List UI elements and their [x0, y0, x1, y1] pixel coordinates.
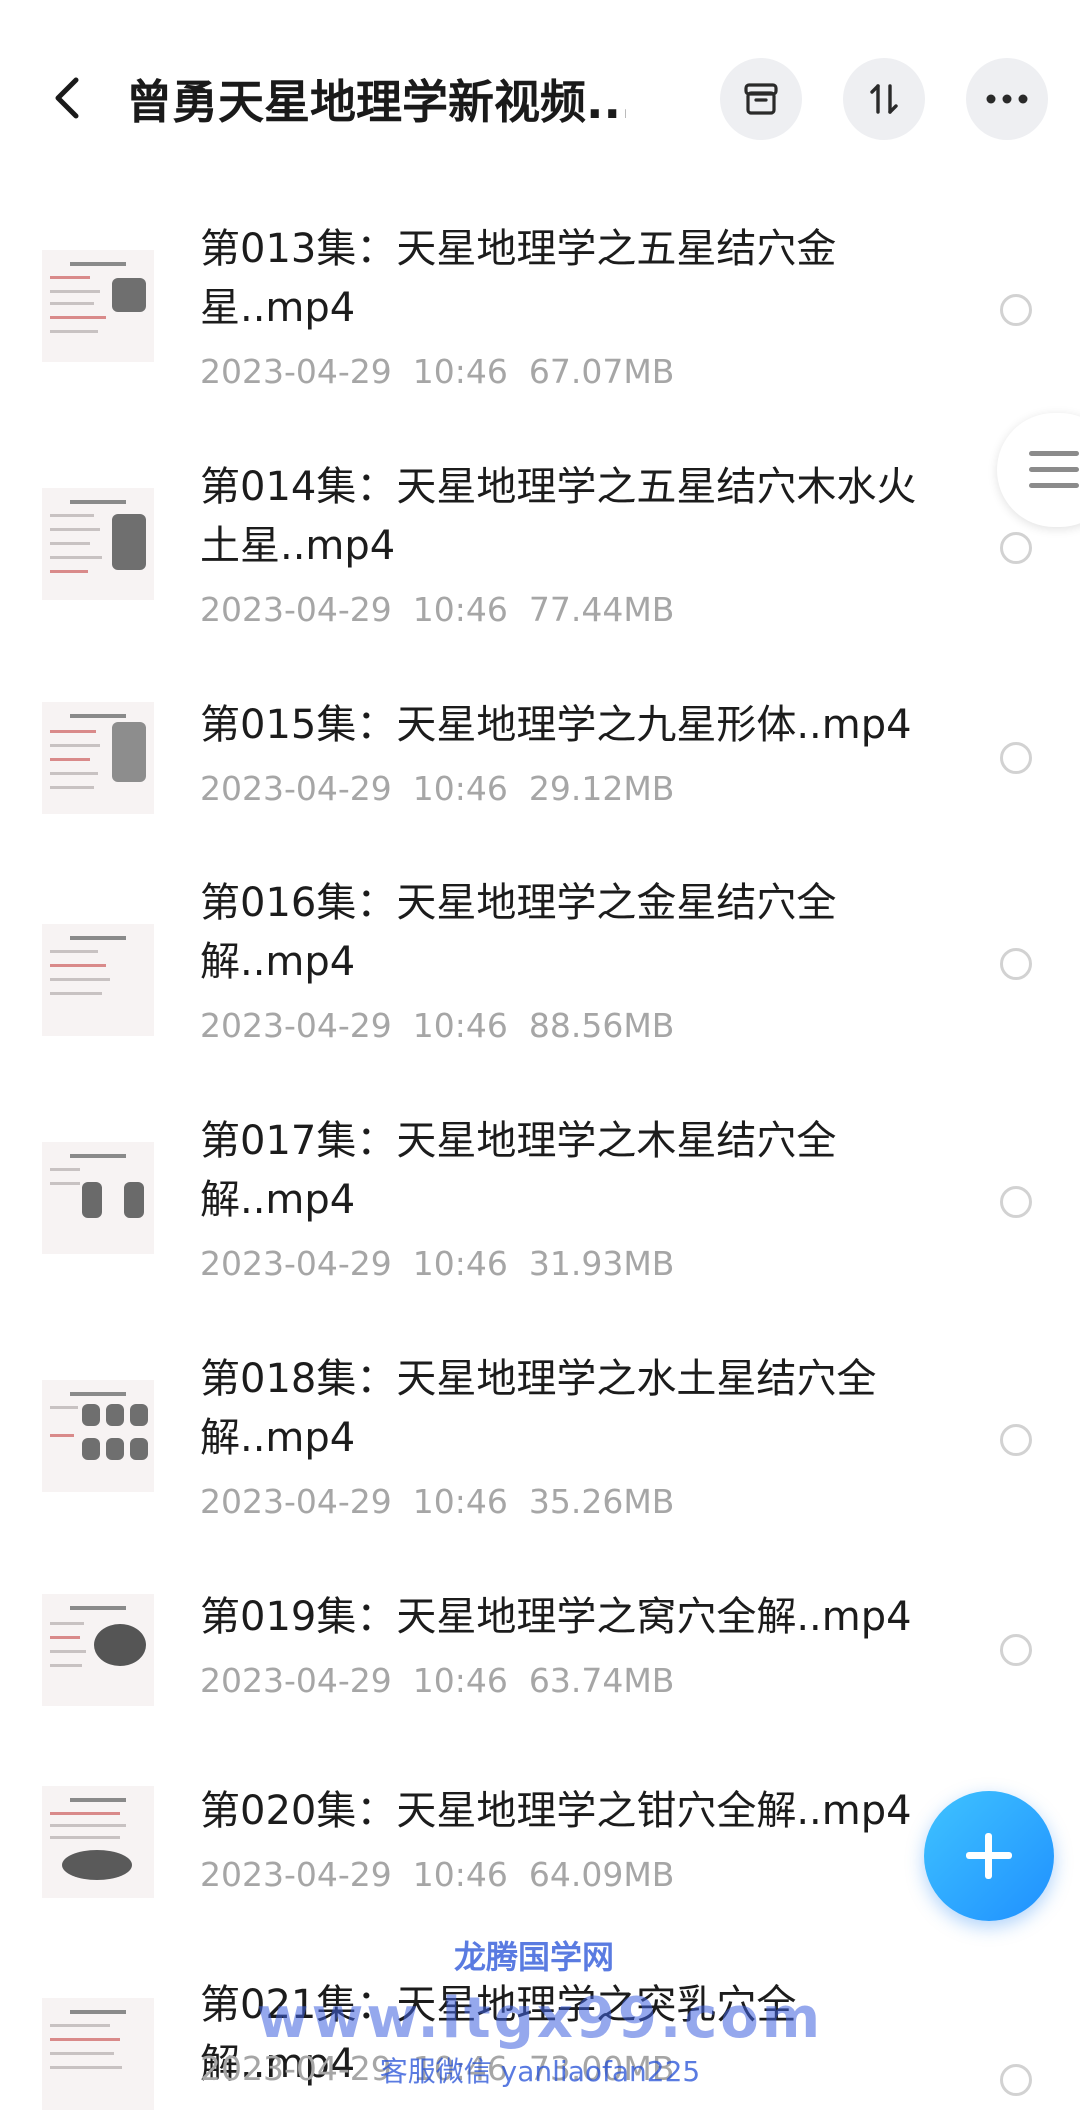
- file-meta: 2023-04-29 10:46 63.74MB: [200, 1661, 675, 1700]
- watermark-site-name: 龙腾国学网: [453, 1938, 614, 1976]
- video-thumbnail: [42, 1380, 154, 1492]
- add-button[interactable]: [924, 1791, 1054, 1921]
- archive-button[interactable]: [720, 58, 802, 140]
- file-name: 第015集：天星地理学之九星形体..mp4: [200, 702, 912, 748]
- select-radio[interactable]: [1000, 294, 1032, 326]
- video-thumbnail: [42, 702, 154, 814]
- file-meta: 2023-04-29 10:46 31.93MB: [200, 1244, 675, 1283]
- video-thumbnail: [42, 1594, 154, 1706]
- select-radio[interactable]: [1000, 742, 1032, 774]
- file-name: 第019集：天星地理学之窝穴全解..mp4: [200, 1594, 912, 1640]
- file-name: 第014集：天星地理学之五星结穴木水火土星..mp4: [200, 464, 917, 569]
- back-button[interactable]: [44, 66, 88, 130]
- video-thumbnail: [42, 924, 154, 1036]
- select-radio[interactable]: [1000, 1186, 1032, 1218]
- video-thumbnail: [42, 1142, 154, 1254]
- file-name: 第020集：天星地理学之钳穴全解..mp4: [200, 1788, 912, 1834]
- select-radio[interactable]: [1000, 532, 1032, 564]
- more-options-button[interactable]: [966, 58, 1048, 140]
- video-thumbnail: [42, 488, 154, 600]
- select-radio[interactable]: [1000, 948, 1032, 980]
- watermark-contact: 客服微信 yanliaofan225: [379, 2055, 701, 2088]
- file-meta: 2023-04-29 10:46 77.44MB: [200, 590, 675, 629]
- video-thumbnail: [42, 250, 154, 362]
- chevron-left-icon: [55, 77, 79, 119]
- sort-button[interactable]: [843, 58, 925, 140]
- folder-title: 曾勇天星地理学新视频...: [126, 75, 626, 129]
- file-name: 第013集：天星地理学之五星结穴金星..mp4: [200, 226, 837, 331]
- file-meta: 2023-04-29 10:46 35.26MB: [200, 1482, 675, 1521]
- file-name: 第017集：天星地理学之木星结穴全解..mp4: [200, 1118, 837, 1223]
- file-meta: 2023-04-29 10:46 29.12MB: [200, 769, 675, 808]
- more-horizontal-icon: [986, 94, 1028, 104]
- video-thumbnail: [42, 1786, 154, 1898]
- select-radio[interactable]: [1000, 1424, 1032, 1456]
- top-bar: 曾勇天星地理学新视频...: [0, 0, 1080, 200]
- watermark-url: www.ltgx99.com: [256, 1986, 824, 2051]
- file-name: 第016集：天星地理学之金星结穴全解..mp4: [200, 880, 837, 985]
- select-radio[interactable]: [1000, 1634, 1032, 1666]
- archive-box-icon: [744, 83, 778, 115]
- file-name: 第018集：天星地理学之水土星结穴全解..mp4: [200, 1356, 877, 1461]
- file-list: 第013集：天星地理学之五星结穴金星..mp4 2023-04-29 10:46…: [0, 200, 1080, 2110]
- sort-arrows-icon: [870, 84, 898, 114]
- file-meta: 2023-04-29 10:46 88.56MB: [200, 1006, 675, 1045]
- file-meta: 2023-04-29 10:46 67.07MB: [200, 352, 675, 391]
- file-meta: 2023-04-29 10:46 64.09MB: [200, 1855, 675, 1894]
